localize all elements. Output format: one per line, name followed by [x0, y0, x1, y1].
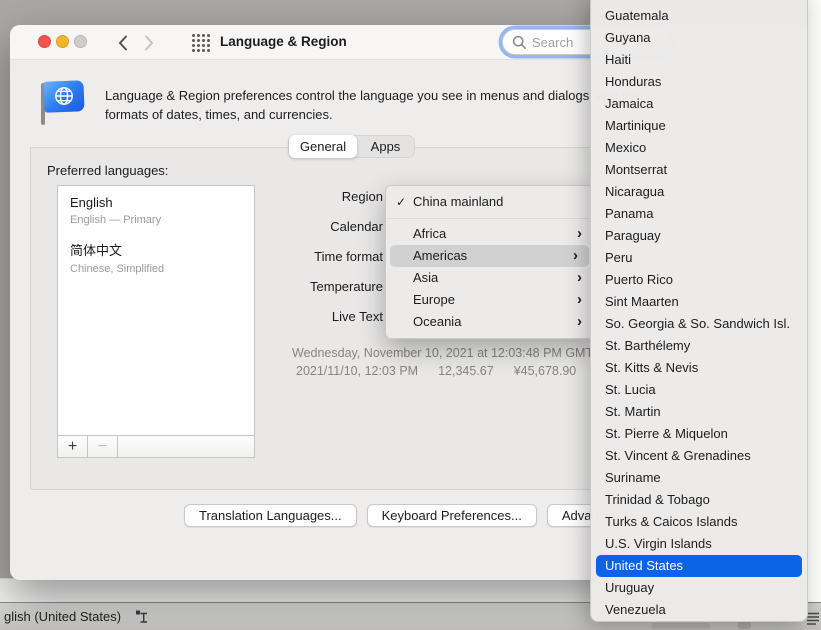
submenu-item[interactable]: St. Lucia: [591, 379, 807, 401]
preview-number: 12,345.67: [438, 364, 494, 378]
preview-currency: ¥45,678.90: [514, 364, 577, 378]
status-control-sliver: [652, 623, 710, 629]
tab-bar: General Apps: [288, 135, 415, 158]
proofing-icon[interactable]: [134, 609, 150, 630]
zoom-button[interactable]: [74, 35, 87, 48]
submenu-item[interactable]: Nicaragua: [591, 181, 807, 203]
submenu-item[interactable]: So. Georgia & So. Sandwich Isl.: [591, 313, 807, 335]
submenu-item[interactable]: Uruguay: [591, 577, 807, 599]
submenu-item[interactable]: Guatemala: [591, 5, 807, 27]
menu-item-europe[interactable]: Europe ›: [386, 289, 593, 311]
show-all-grid-icon[interactable]: [192, 34, 210, 52]
remove-language-button[interactable]: −: [88, 436, 118, 457]
desktop: glish (United States) Language & Region: [0, 0, 821, 630]
footer-buttons: Translation Languages... Keyboard Prefer…: [184, 504, 645, 527]
search-icon: [512, 35, 527, 50]
translation-languages-button[interactable]: Translation Languages...: [184, 504, 357, 527]
status-language-text[interactable]: glish (United States): [4, 603, 121, 630]
submenu-item[interactable]: U.S. Virgin Islands: [591, 533, 807, 555]
menu-separator: [386, 218, 593, 219]
menu-item-asia[interactable]: Asia ›: [386, 267, 593, 289]
chevron-right-icon: ›: [577, 267, 582, 289]
forward-button[interactable]: [141, 33, 157, 53]
menu-item-americas[interactable]: Americas ›: [390, 245, 589, 267]
submenu-item[interactable]: Jamaica: [591, 93, 807, 115]
language-name: English: [70, 195, 161, 210]
align-lines-icon[interactable]: [806, 611, 820, 630]
keyboard-preferences-button[interactable]: Keyboard Preferences...: [367, 504, 537, 527]
region-submenu: Guatemala Guyana Haiti Honduras Jamaica …: [590, 0, 808, 622]
submenu-item[interactable]: St. Kitts & Nevis: [591, 357, 807, 379]
preview-long-date: Wednesday, November 10, 2021 at 12:03:48…: [292, 346, 607, 360]
setting-label-temperature: Temperature: [223, 279, 383, 294]
submenu-item[interactable]: Paraguay: [591, 225, 807, 247]
window-title: Language & Region: [220, 34, 347, 49]
submenu-item[interactable]: Panama: [591, 203, 807, 225]
submenu-item[interactable]: Turks & Caicos Islands: [591, 511, 807, 533]
language-name: 简体中文: [70, 240, 164, 259]
chevron-right-icon: ›: [577, 311, 582, 333]
submenu-item[interactable]: Montserrat: [591, 159, 807, 181]
submenu-item[interactable]: Mexico: [591, 137, 807, 159]
setting-label-calendar: Calendar: [223, 219, 383, 234]
chevron-right-icon: ›: [573, 245, 578, 267]
minimize-button[interactable]: [56, 35, 69, 48]
submenu-item[interactable]: Trinidad & Tobago: [591, 489, 807, 511]
submenu-item[interactable]: Haiti: [591, 49, 807, 71]
menu-item-oceania[interactable]: Oceania ›: [386, 311, 593, 333]
globe-flag-icon: [40, 81, 88, 127]
back-button[interactable]: [115, 33, 131, 53]
submenu-item[interactable]: St. Pierre & Miquelon: [591, 423, 807, 445]
chevron-right-icon: ›: [577, 223, 582, 245]
menu-item-africa[interactable]: Africa ›: [386, 223, 593, 245]
checkmark-icon: ✓: [396, 191, 406, 213]
chevron-right-icon: ›: [577, 289, 582, 311]
tab-apps[interactable]: Apps: [357, 136, 414, 157]
submenu-item[interactable]: Guyana: [591, 27, 807, 49]
add-language-button[interactable]: +: [58, 436, 88, 457]
submenu-item-united-states[interactable]: United States: [596, 555, 802, 577]
submenu-item[interactable]: Suriname: [591, 467, 807, 489]
submenu-item[interactable]: Venezuela: [591, 599, 807, 621]
list-item-english[interactable]: English English — Primary: [70, 195, 161, 226]
submenu-item[interactable]: Honduras: [591, 71, 807, 93]
language-detail: Chinese, Simplified: [70, 263, 164, 275]
tab-general[interactable]: General: [289, 135, 357, 158]
list-item-chinese[interactable]: 简体中文 Chinese, Simplified: [70, 240, 164, 275]
preferred-languages-label: Preferred languages:: [47, 163, 168, 178]
preview-short-date: 2021/11/10, 12:03 PM: [296, 364, 418, 378]
submenu-item[interactable]: Puerto Rico: [591, 269, 807, 291]
submenu-item[interactable]: St. Vincent & Grenadines: [591, 445, 807, 467]
close-button[interactable]: [38, 35, 51, 48]
submenu-item[interactable]: Martinique: [591, 115, 807, 137]
setting-label-time-format: Time format: [223, 249, 383, 264]
submenu-item[interactable]: Sint Maarten: [591, 291, 807, 313]
menu-item-china-mainland[interactable]: ✓ China mainland: [386, 191, 593, 213]
setting-label-live-text: Live Text: [223, 309, 383, 324]
language-detail: English — Primary: [70, 214, 161, 226]
submenu-item[interactable]: St. Barthélemy: [591, 335, 807, 357]
background-strip: [808, 0, 821, 602]
region-popup-menu: ✓ China mainland Africa › Americas › Asi…: [385, 185, 594, 339]
preview-examples: 2021/11/10, 12:03 PM 12,345.67 ¥45,678.90: [296, 364, 596, 378]
submenu-item[interactable]: St. Martin: [591, 401, 807, 423]
setting-label-region: Region: [223, 189, 383, 204]
submenu-item[interactable]: Peru: [591, 247, 807, 269]
list-controls: + −: [58, 435, 254, 457]
